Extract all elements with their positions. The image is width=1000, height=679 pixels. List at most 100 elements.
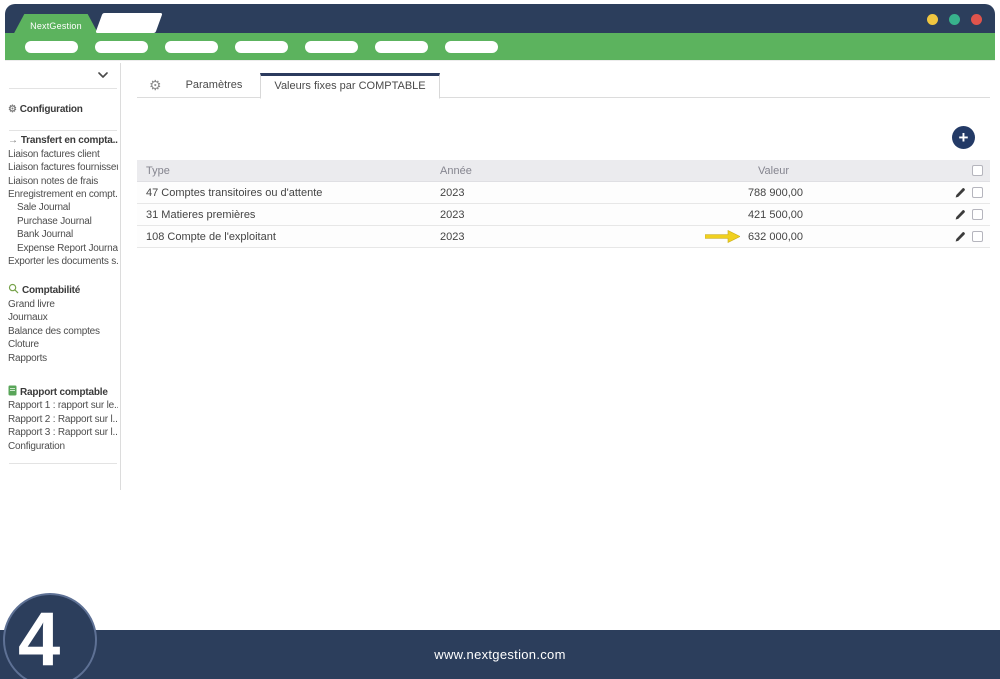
- table-header-row: Type Année Valeur: [137, 160, 990, 182]
- edit-icon[interactable]: [954, 209, 966, 221]
- sidebar-item-label: Rapports: [8, 353, 47, 364]
- sidebar-item-rapport-1[interactable]: Rapport 1 : rapport sur le...: [8, 399, 118, 412]
- cell-type: 47 Comptes transitoires ou d'attente: [137, 187, 440, 199]
- highlight-arrow-icon: [705, 230, 740, 243]
- page-number: 4: [18, 602, 60, 678]
- window-controls: [927, 14, 982, 25]
- main-content: ⚙ Paramètres Valeurs fixes par COMPTABLE…: [137, 65, 990, 248]
- nav-pill-placeholder[interactable]: [165, 41, 218, 53]
- sidebar-item-label: Cloture: [8, 339, 39, 350]
- sidebar-item-label: Sale Journal: [17, 202, 70, 213]
- minimize-dot-icon[interactable]: [927, 14, 938, 25]
- row-checkbox[interactable]: [972, 231, 983, 242]
- sidebar-item-rapport-3[interactable]: Rapport 3 : Rapport sur l...: [8, 426, 118, 439]
- cell-type: 31 Matieres premières: [137, 209, 440, 221]
- table-row: 31 Matieres premières 2023 421 500,00: [137, 204, 990, 226]
- divider: [9, 463, 117, 464]
- sidebar-item-label: Grand livre: [8, 299, 55, 310]
- column-header-type[interactable]: Type: [137, 165, 440, 177]
- cell-annee: 2023: [440, 231, 640, 243]
- sidebar-item-label: Transfert en compta...: [21, 135, 118, 146]
- sidebar-item-purchase-journal[interactable]: Purchase Journal: [8, 215, 118, 228]
- nav-pill-placeholder[interactable]: [95, 41, 148, 53]
- sidebar-item-label: Liaison factures fournisseur: [8, 162, 118, 173]
- close-dot-icon[interactable]: [971, 14, 982, 25]
- maximize-dot-icon[interactable]: [949, 14, 960, 25]
- magnifier-icon: [8, 283, 19, 297]
- main-navbar: [5, 33, 995, 60]
- tab-parametres[interactable]: Paramètres: [168, 74, 261, 96]
- arrow-right-icon: →: [8, 134, 18, 147]
- cell-valeur: 421 500,00: [748, 209, 803, 221]
- chevron-down-icon[interactable]: [8, 65, 118, 85]
- sidebar-item-bank-journal[interactable]: Bank Journal: [8, 228, 118, 241]
- sidebar-item-configuration-bottom[interactable]: Configuration: [8, 440, 118, 453]
- column-header-annee[interactable]: Année: [440, 165, 640, 177]
- table-row: 47 Comptes transitoires ou d'attente 202…: [137, 182, 990, 204]
- cell-type: 108 Compte de l'exploitant: [137, 231, 440, 243]
- sidebar-section-transfert[interactable]: →Transfert en compta...: [8, 134, 118, 147]
- sidebar-item-label: Journaux: [8, 312, 48, 323]
- sidebar-item-rapports[interactable]: Rapports: [8, 352, 118, 365]
- sidebar-item-label: Liaison factures client: [8, 149, 100, 160]
- sidebar-item-label: Rapport comptable: [20, 387, 108, 398]
- sidebar-item-label: Comptabilité: [22, 285, 80, 296]
- tab-valeurs-fixes[interactable]: Valeurs fixes par COMPTABLE: [260, 73, 439, 99]
- add-button[interactable]: +: [952, 126, 975, 149]
- sidebar-item-cloture[interactable]: Cloture: [8, 338, 118, 351]
- values-table: Type Année Valeur 47 Comptes transitoire…: [137, 160, 990, 248]
- sidebar: ⚙Configuration →Transfert en compta... L…: [5, 63, 121, 490]
- edit-icon[interactable]: [954, 187, 966, 199]
- row-checkbox[interactable]: [972, 209, 983, 220]
- sidebar-item-sale-journal[interactable]: Sale Journal: [8, 201, 118, 214]
- sidebar-item-label: Enregistrement en compt...: [8, 189, 118, 200]
- nav-pill-placeholder[interactable]: [305, 41, 358, 53]
- cell-valeur: 788 900,00: [748, 187, 803, 199]
- page: NextGestion ⚙Configuration →Transfert en…: [0, 0, 1000, 679]
- sidebar-item-label: Rapport 2 : Rapport sur l...: [8, 414, 118, 425]
- sidebar-item-label: Purchase Journal: [17, 216, 92, 227]
- footer-url: www.nextgestion.com: [434, 647, 565, 662]
- sidebar-item-journaux[interactable]: Journaux: [8, 311, 118, 324]
- window-titlebar: NextGestion: [5, 4, 995, 33]
- nav-pill-placeholder[interactable]: [375, 41, 428, 53]
- sidebar-section-rapport-comptable[interactable]: Rapport comptable: [8, 385, 118, 399]
- sidebar-item-grand-livre[interactable]: Grand livre: [8, 298, 118, 311]
- sidebar-item-label: Bank Journal: [17, 229, 73, 240]
- footer-bar: www.nextgestion.com: [0, 630, 1000, 679]
- select-all-checkbox[interactable]: [972, 165, 983, 176]
- cell-valeur: 632 000,00: [748, 231, 803, 243]
- edit-icon[interactable]: [954, 231, 966, 243]
- sidebar-item-label: Rapport 1 : rapport sur le...: [8, 400, 118, 411]
- sidebar-item-label: Balance des comptes: [8, 326, 100, 337]
- sidebar-item-liaison-notes-de-frais[interactable]: Liaison notes de frais: [8, 175, 118, 188]
- column-header-valeur[interactable]: Valeur: [640, 165, 803, 177]
- nav-pill-placeholder[interactable]: [25, 41, 78, 53]
- sidebar-section-configuration[interactable]: ⚙Configuration: [8, 103, 118, 116]
- gear-icon[interactable]: ⚙: [149, 78, 162, 92]
- sidebar-item-rapport-2[interactable]: Rapport 2 : Rapport sur l...: [8, 413, 118, 426]
- row-checkbox[interactable]: [972, 187, 983, 198]
- sidebar-item-liaison-factures-fournisseur[interactable]: Liaison factures fournisseur: [8, 161, 118, 174]
- sidebar-item-exporter-documents[interactable]: Exporter les documents s...: [8, 255, 118, 268]
- cell-annee: 2023: [440, 187, 640, 199]
- tab-bar: ⚙ Paramètres Valeurs fixes par COMPTABLE: [137, 73, 990, 98]
- sidebar-item-liaison-factures-client[interactable]: Liaison factures client: [8, 148, 118, 161]
- toolbar: +: [137, 126, 990, 152]
- sidebar-item-enregistrement[interactable]: Enregistrement en compt...: [8, 188, 118, 201]
- file-icon: [8, 385, 17, 399]
- sidebar-item-label: Expense Report Journal: [17, 243, 118, 254]
- nav-pill-placeholder[interactable]: [445, 41, 498, 53]
- titlebar-placeholder: [95, 13, 162, 33]
- sidebar-item-label: Exporter les documents s...: [8, 256, 118, 267]
- cell-annee: 2023: [440, 209, 640, 221]
- gears-icon: ⚙: [8, 103, 17, 116]
- sidebar-item-label: Configuration: [8, 441, 65, 452]
- sidebar-item-balance-des-comptes[interactable]: Balance des comptes: [8, 325, 118, 338]
- brand-label: NextGestion: [30, 21, 82, 31]
- divider: [9, 88, 117, 89]
- sidebar-item-expense-report-journal[interactable]: Expense Report Journal: [8, 242, 118, 255]
- content-divider: [5, 60, 995, 61]
- sidebar-section-comptabilite[interactable]: Comptabilité: [8, 283, 118, 297]
- nav-pill-placeholder[interactable]: [235, 41, 288, 53]
